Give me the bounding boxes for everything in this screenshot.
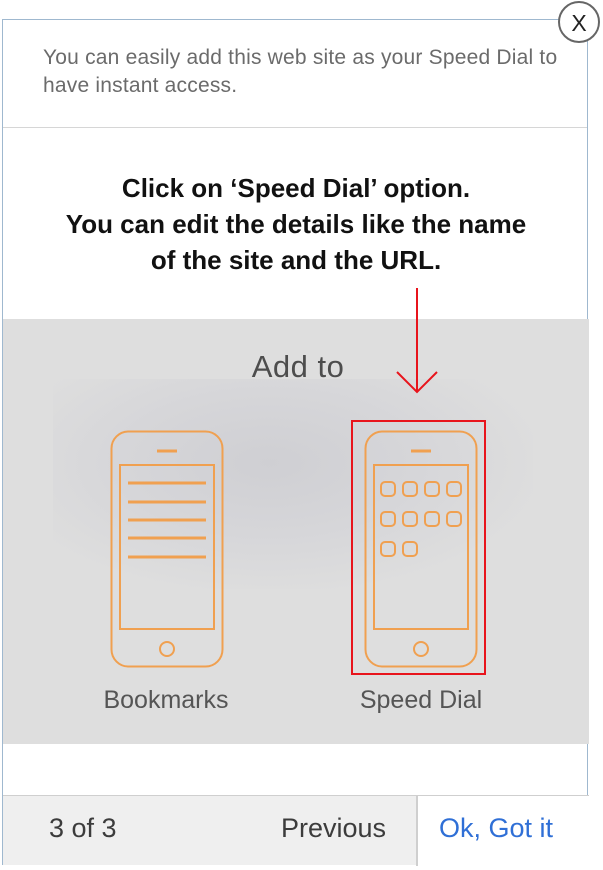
ok-got-it-button[interactable]: Ok, Got it [418,796,589,866]
instruction-line: You can edit the details like the name [65,209,527,239]
speed-dial-label: Speed Dial [359,686,483,714]
instruction-text: Click on ‘Speed Dial’ option. You can ed… [3,170,589,278]
close-button[interactable]: X [558,1,600,43]
add-to-title: Add to [251,349,345,384]
arrow-down-icon [396,288,438,394]
ok-got-it-label: Ok, Got it [439,813,554,843]
tutorial-dialog: You can easily add this web site as your… [2,19,589,866]
close-icon: X [571,10,587,36]
add-to-illustration: Add to Bookmarks Speed Dial [3,319,589,744]
previous-button[interactable]: Previous [281,813,386,844]
intro-text: You can easily add this web site as your… [43,46,558,97]
bookmarks-label: Bookmarks [103,686,229,714]
instruction-line: Click on ‘Speed Dial’ option. [121,173,471,203]
speed-dial-highlight[interactable] [351,420,486,675]
dialog-footer: 3 of 3 Previous Ok, Got it [3,795,589,866]
page-indicator: 3 of 3 [49,813,117,843]
divider [3,127,587,128]
instruction-line: of the site and the URL. [150,245,442,275]
phone-bookmarks-icon [110,430,224,668]
